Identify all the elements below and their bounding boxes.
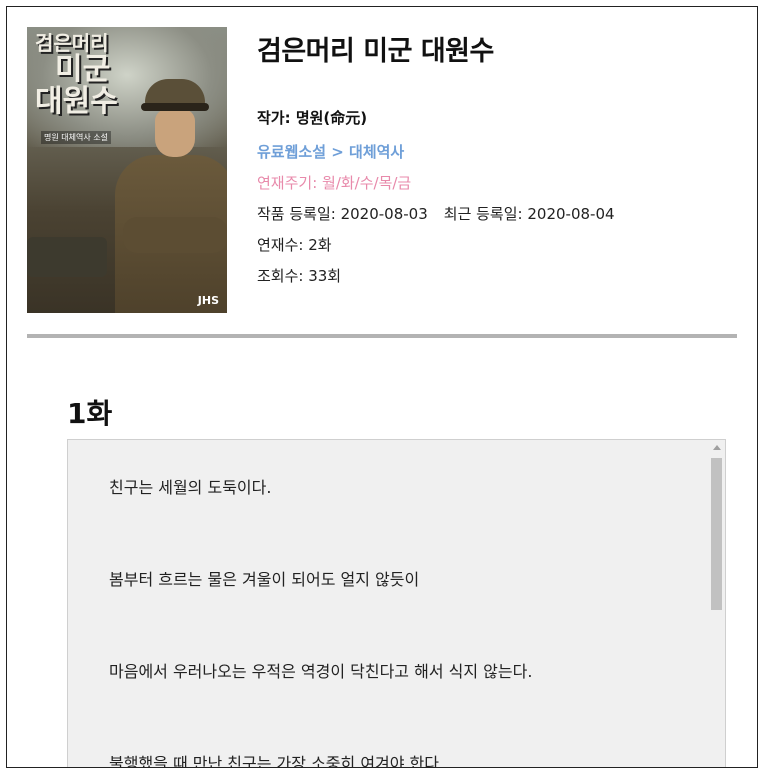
registered-date: 작품 등록일: 2020-08-03 bbox=[257, 205, 428, 223]
vertical-scrollbar[interactable] bbox=[709, 440, 725, 767]
updated-date: 최근 등록일: 2020-08-04 bbox=[443, 205, 615, 223]
chapter-text-box[interactable]: 친구는 세월의 도둑이다. 봄부터 흐르는 물은 겨울이 되어도 얼지 않듯이 … bbox=[67, 439, 726, 768]
cover-credit: 명원 대체역사 소설 bbox=[41, 131, 111, 144]
section-divider bbox=[27, 334, 737, 338]
serial-schedule: 연재주기: 월/화/수/목/금 bbox=[257, 174, 412, 192]
genre-breadcrumb-link[interactable]: 유료웹소설 > 대체역사 bbox=[257, 141, 404, 162]
cover-title-art: 검은머리 미군 대원수 bbox=[35, 31, 118, 119]
cover-publisher-badge: JHS bbox=[197, 294, 219, 307]
book-cover-image: 검은머리 미군 대원수 명원 대체역사 소설 JHS bbox=[27, 27, 227, 313]
chapter-text-line: 봄부터 흐르는 물은 겨울이 되어도 얼지 않듯이 bbox=[109, 570, 420, 589]
episode-count: 연재수: 2화 bbox=[257, 236, 332, 254]
book-title: 검은머리 미군 대원수 bbox=[257, 36, 494, 67]
date-info: 작품 등록일: 2020-08-03 최근 등록일: 2020-08-04 bbox=[257, 203, 615, 224]
chapter-heading: 1화 bbox=[67, 397, 113, 430]
author-label: 작가: 명원(命元) bbox=[257, 109, 368, 127]
chapter-text-line: 마음에서 우러나오는 우적은 역경이 닥친다고 해서 식지 않는다. bbox=[109, 662, 533, 681]
page-frame: 검은머리 미군 대원수 명원 대체역사 소설 JHS 검은머리 미군 대원수 작… bbox=[6, 6, 758, 768]
view-count: 조회수: 33회 bbox=[257, 267, 342, 285]
chapter-text-line: 친구는 세월의 도둑이다. bbox=[109, 478, 272, 497]
chapter-text-line: 불행했을 때 만난 친구는 가장 소중히 여겨야 한다. bbox=[109, 754, 445, 768]
book-info: 검은머리 미군 대원수 작가: 명원(命元) 유료웹소설 > 대체역사 연재주기… bbox=[257, 25, 737, 285]
scrollbar-thumb[interactable] bbox=[711, 458, 722, 610]
scroll-up-arrow-icon[interactable] bbox=[713, 445, 721, 450]
